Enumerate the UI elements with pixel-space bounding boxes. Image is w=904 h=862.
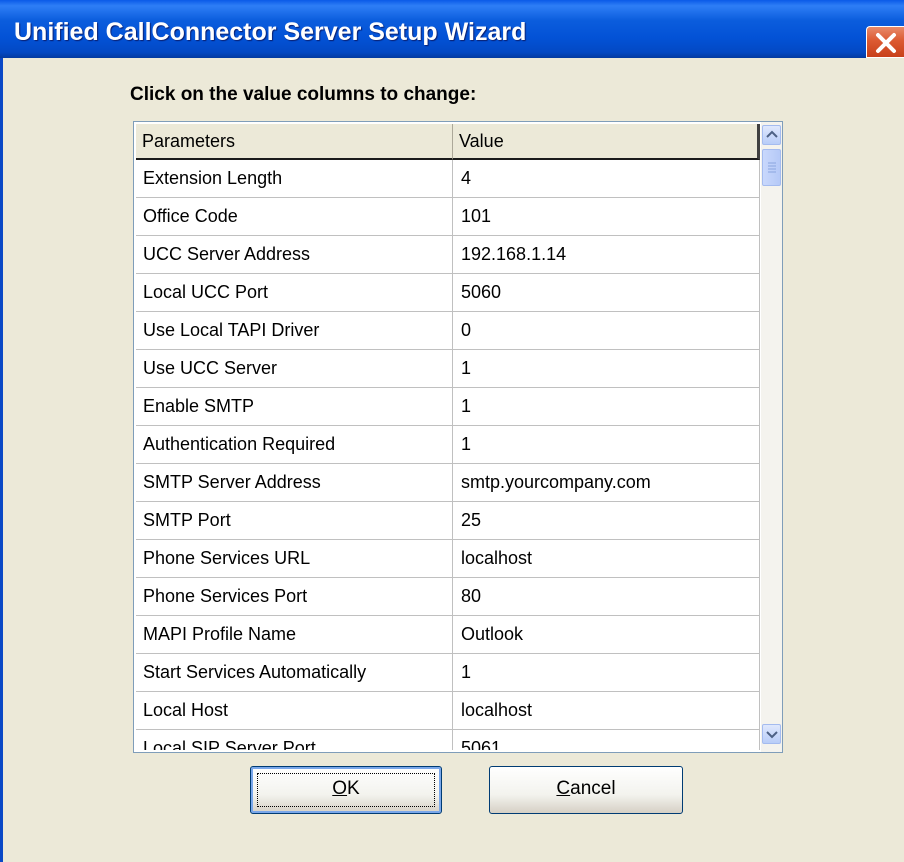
grid-viewport: Parameters Value Extension Length 4 Office… xyxy=(136,124,760,750)
value-cell[interactable]: 1 xyxy=(453,350,760,388)
table-row: Authentication Required 1 xyxy=(136,426,760,464)
parameter-cell: Authentication Required xyxy=(136,426,453,464)
window-frame-left xyxy=(0,58,3,862)
table-row: Local Host localhost xyxy=(136,692,760,730)
table-row: Use Local TAPI Driver 0 xyxy=(136,312,760,350)
value-cell[interactable]: localhost xyxy=(453,692,760,730)
value-cell[interactable]: 25 xyxy=(453,502,760,540)
scroll-down-button[interactable] xyxy=(762,724,781,744)
parameter-cell: Local Host xyxy=(136,692,453,730)
table-row: SMTP Server Address smtp.yourcompany.com xyxy=(136,464,760,502)
instructions-label: Click on the value columns to change: xyxy=(130,84,477,105)
value-cell[interactable]: 5061 xyxy=(453,730,760,750)
value-cell[interactable]: smtp.yourcompany.com xyxy=(453,464,760,502)
cancel-label-rest: ancel xyxy=(570,778,616,799)
parameter-cell: Start Services Automatically xyxy=(136,654,453,692)
parameter-cell: SMTP Server Address xyxy=(136,464,453,502)
table-row: Phone Services Port 80 xyxy=(136,578,760,616)
column-header-value[interactable]: Value xyxy=(453,124,760,160)
value-cell[interactable]: 80 xyxy=(453,578,760,616)
table-row: Use UCC Server 1 xyxy=(136,350,760,388)
parameter-cell: UCC Server Address xyxy=(136,236,453,274)
parameters-grid[interactable]: Parameters Value Extension Length 4 Office… xyxy=(133,121,783,753)
value-cell[interactable]: 1 xyxy=(453,388,760,426)
table-row: Office Code 101 xyxy=(136,198,760,236)
table-row: UCC Server Address 192.168.1.14 xyxy=(136,236,760,274)
table-row: Enable SMTP 1 xyxy=(136,388,760,426)
value-cell[interactable]: Outlook xyxy=(453,616,760,654)
cancel-button[interactable]: Cancel xyxy=(489,766,683,814)
parameter-cell: Phone Services URL xyxy=(136,540,453,578)
parameter-cell: Extension Length xyxy=(136,160,453,198)
table-row: Local SIP Server Port 5061 xyxy=(136,730,760,750)
table-row: Extension Length 4 xyxy=(136,160,760,198)
grip-icon xyxy=(768,162,776,173)
focus-rectangle xyxy=(257,773,435,807)
value-cell[interactable]: 192.168.1.14 xyxy=(453,236,760,274)
parameter-cell: Enable SMTP xyxy=(136,388,453,426)
close-button[interactable] xyxy=(866,26,904,58)
value-cell[interactable]: 101 xyxy=(453,198,760,236)
chevron-up-icon xyxy=(766,130,778,138)
value-cell[interactable]: 4 xyxy=(453,160,760,198)
value-cell[interactable]: localhost xyxy=(453,540,760,578)
value-cell[interactable]: 1 xyxy=(453,654,760,692)
parameter-cell: Use Local TAPI Driver xyxy=(136,312,453,350)
close-icon xyxy=(876,33,896,53)
cancel-mnemonic: C xyxy=(556,778,571,799)
parameter-cell: SMTP Port xyxy=(136,502,453,540)
chevron-down-icon xyxy=(766,731,778,739)
parameter-cell: Use UCC Server xyxy=(136,350,453,388)
ok-button[interactable]: OK xyxy=(250,766,442,814)
title-bar[interactable]: Unified CallConnector Server Setup Wizar… xyxy=(0,0,904,58)
parameter-cell: Local SIP Server Port xyxy=(136,730,453,750)
parameter-cell: Phone Services Port xyxy=(136,578,453,616)
table-row: MAPI Profile Name Outlook xyxy=(136,616,760,654)
vertical-scrollbar[interactable] xyxy=(761,122,782,752)
parameter-cell: Office Code xyxy=(136,198,453,236)
table-row: SMTP Port 25 xyxy=(136,502,760,540)
value-cell[interactable]: 0 xyxy=(453,312,760,350)
table-row: Local UCC Port 5060 xyxy=(136,274,760,312)
table-row: Start Services Automatically 1 xyxy=(136,654,760,692)
column-header-parameters[interactable]: Parameters xyxy=(136,124,453,160)
scroll-thumb[interactable] xyxy=(762,149,781,186)
value-cell[interactable]: 5060 xyxy=(453,274,760,312)
value-cell[interactable]: 1 xyxy=(453,426,760,464)
scroll-up-button[interactable] xyxy=(762,125,781,145)
parameter-cell: MAPI Profile Name xyxy=(136,616,453,654)
window-title: Unified CallConnector Server Setup Wizar… xyxy=(14,18,527,46)
table-row: Phone Services URL localhost xyxy=(136,540,760,578)
parameter-cell: Local UCC Port xyxy=(136,274,453,312)
